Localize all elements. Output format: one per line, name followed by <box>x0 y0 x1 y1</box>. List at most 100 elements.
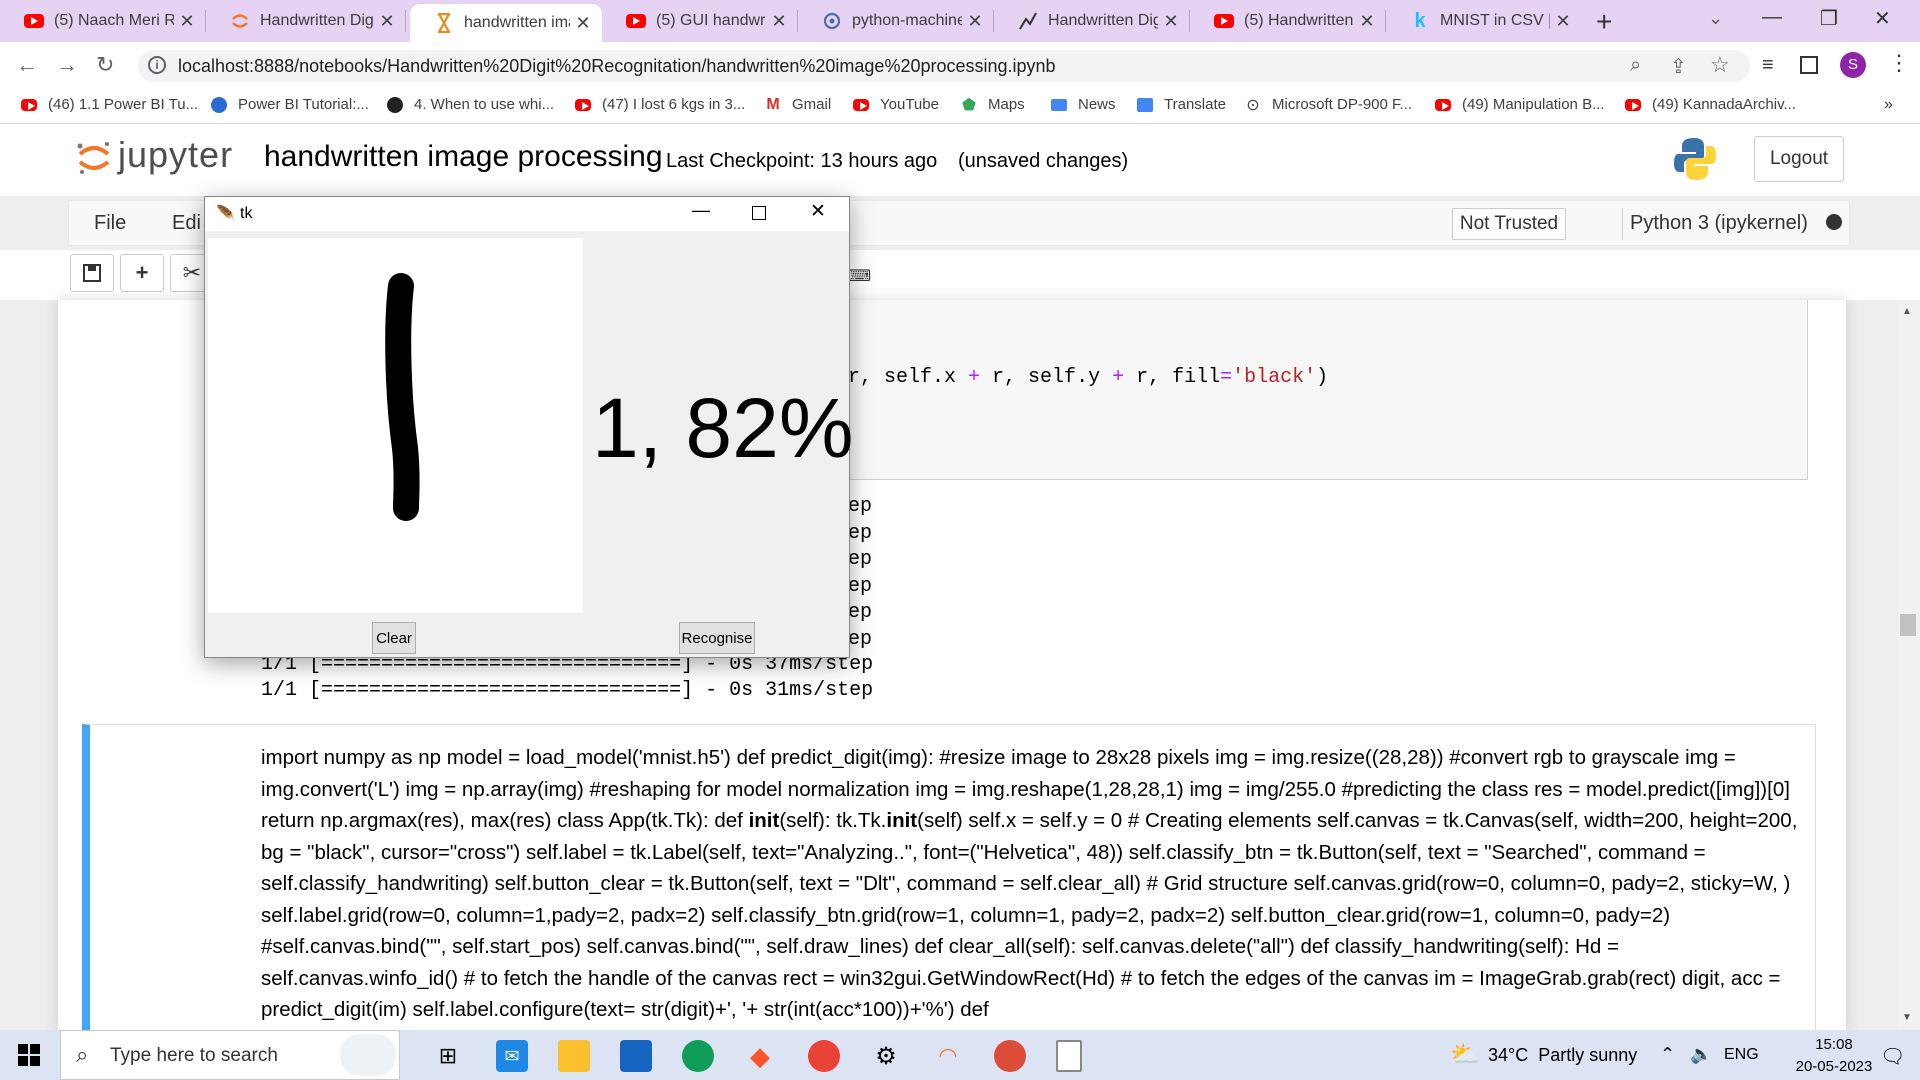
bookmark-item[interactable]: ⊙ Microsoft DP-900 F... <box>1244 96 1412 114</box>
jupyter-icon <box>230 11 250 31</box>
logout-button[interactable]: Logout <box>1754 136 1844 182</box>
clock-date[interactable]: 20-05-2023 <box>1790 1058 1878 1075</box>
tk-title: tk <box>240 205 253 222</box>
bookmark-item[interactable]: Translate <box>1136 96 1226 113</box>
bookmark-item[interactable]: 4. When to use whi... <box>386 96 554 113</box>
bookmark-item[interactable]: (46) 1.1 Power BI Tu... <box>20 96 198 113</box>
close-icon[interactable]: ✕ <box>374 11 400 32</box>
notebook-title[interactable]: handwritten image processing <box>264 140 663 174</box>
drawing-canvas[interactable] <box>208 238 583 613</box>
hourglass-icon <box>434 13 454 33</box>
tab-6[interactable]: Handwritten Digit ✕ <box>994 0 1190 42</box>
close-icon[interactable]: ✕ <box>570 13 596 34</box>
tray-chevron-icon[interactable]: ⌃ <box>1660 1044 1675 1065</box>
restore-icon[interactable]: ❐ <box>1820 6 1838 31</box>
menu-edit[interactable]: Edi <box>172 212 201 235</box>
volume-icon[interactable]: 🔈 <box>1690 1044 1712 1065</box>
output-partial: ep ep ep ep ep ep <box>848 495 873 651</box>
side-panel-icon[interactable] <box>1800 56 1818 74</box>
add-cell-button[interactable]: + <box>120 254 164 292</box>
tab-5[interactable]: python-machine- ✕ <box>798 0 994 42</box>
tab-4[interactable]: (5) GUI handwritt ✕ <box>602 0 798 42</box>
media-icon[interactable]: ≡ <box>1762 54 1774 77</box>
chrome-icon[interactable] <box>994 1040 1026 1072</box>
store-icon[interactable] <box>620 1040 652 1072</box>
tk-minimize-icon[interactable]: — <box>692 200 710 221</box>
tab-search-icon[interactable]: ⌄ <box>1708 8 1723 29</box>
weather-text[interactable]: 34°C Partly sunny <box>1488 1045 1637 1066</box>
recognise-button[interactable]: Recognise <box>679 622 755 654</box>
chart-icon <box>1018 11 1038 31</box>
close-icon[interactable]: ✕ <box>1158 11 1184 32</box>
mail-icon[interactable]: ✉ <box>496 1040 528 1072</box>
back-icon[interactable]: ← <box>16 52 38 78</box>
tk-close-icon[interactable]: ✕ <box>810 200 826 223</box>
clock-time[interactable]: 15:08 <box>1790 1036 1878 1053</box>
close-icon[interactable]: ✕ <box>174 11 200 32</box>
scissors-icon: ✂ <box>182 260 202 285</box>
brave-icon[interactable]: ◆ <box>744 1040 776 1072</box>
bookmark-item[interactable]: News <box>1050 96 1116 113</box>
close-icon[interactable]: ✕ <box>766 11 792 32</box>
github-icon <box>822 11 842 31</box>
new-tab-button[interactable]: + <box>1596 6 1612 38</box>
windows-start-icon[interactable] <box>18 1044 40 1071</box>
plus-icon: + <box>135 260 149 285</box>
bookmark-item[interactable]: YouTube <box>852 96 939 113</box>
task-view-icon[interactable]: ⊞ <box>432 1040 464 1072</box>
search-placeholder: Type here to search <box>110 1045 278 1066</box>
scroll-up-icon[interactable]: ▲ <box>1902 306 1912 317</box>
bookmark-star-icon[interactable]: ☆ <box>1710 52 1730 78</box>
markdown-text: import numpy as np model = load_model('m… <box>261 746 1798 1021</box>
bookmark-item[interactable]: (49) Manipulation B... <box>1434 96 1605 113</box>
clear-button[interactable]: Clear <box>372 622 416 654</box>
profile-avatar[interactable]: S <box>1840 52 1866 78</box>
youtube-icon <box>1214 11 1234 31</box>
jupyter-logo-icon[interactable] <box>74 138 114 183</box>
tab-8[interactable]: k MNIST in CSV | K ✕ <box>1386 0 1582 42</box>
edge-icon[interactable] <box>682 1040 714 1072</box>
tab-1[interactable]: (5) Naach Meri Ra ✕ <box>0 0 206 42</box>
more-bookmarks-icon[interactable]: » <box>1884 96 1893 114</box>
close-icon[interactable]: ✕ <box>1550 11 1576 32</box>
menu-kebab-icon[interactable]: ⋮ <box>1888 50 1910 76</box>
search-icon: ⌕ <box>76 1042 89 1067</box>
bookmark-item[interactable]: (49) KannadaArchiv... <box>1624 96 1796 113</box>
not-trusted-badge[interactable]: Not Trusted <box>1452 208 1566 240</box>
menu-file[interactable]: File <box>94 212 126 235</box>
scrollbar-thumb[interactable] <box>1900 614 1916 636</box>
page-scrollbar[interactable] <box>1898 300 1920 1030</box>
notification-icon[interactable]: 🗨 <box>1880 1044 1905 1069</box>
close-icon[interactable]: ✕ <box>1354 11 1380 32</box>
bookmark-item[interactable]: Power BI Tutorial:... <box>210 96 369 113</box>
scroll-down-icon[interactable]: ▼ <box>1902 1012 1912 1023</box>
notepad-icon[interactable] <box>1056 1040 1082 1072</box>
settings-gear-icon[interactable]: ⚙ <box>870 1040 902 1072</box>
chrome-profile-icon[interactable] <box>808 1040 840 1072</box>
jupyter-logo-text[interactable]: jupyter <box>118 134 233 176</box>
tab-2[interactable]: Handwritten Digit ✕ <box>206 0 406 42</box>
forward-icon[interactable]: → <box>56 52 78 78</box>
minimize-icon[interactable]: — <box>1762 6 1782 29</box>
bookmark-item[interactable]: M Gmail <box>764 96 831 114</box>
tab-7[interactable]: (5) Handwritten D ✕ <box>1190 0 1386 42</box>
jupyter-taskbar-icon[interactable]: ◠ <box>932 1040 964 1072</box>
close-icon[interactable]: ✕ <box>962 11 988 32</box>
tab-3-active[interactable]: handwritten imag ✕ <box>410 4 602 42</box>
keyboard-icon[interactable]: ⌨ <box>848 266 871 286</box>
info-icon[interactable]: i <box>148 56 166 74</box>
tab-label: python-machine- <box>852 12 962 29</box>
url-text[interactable]: localhost:8888/notebooks/Handwritten%20D… <box>178 56 1056 77</box>
reload-icon[interactable]: ↻ <box>96 52 114 78</box>
share-icon[interactable]: ⇪ <box>1670 54 1687 79</box>
save-button[interactable] <box>70 254 114 292</box>
language-indicator[interactable]: ENG <box>1724 1046 1759 1064</box>
file-explorer-icon[interactable] <box>558 1040 590 1072</box>
close-window-icon[interactable]: ✕ <box>1874 6 1891 31</box>
unsaved-status: (unsaved changes) <box>958 150 1129 172</box>
bookmark-item[interactable]: ⬟ Maps <box>960 96 1025 114</box>
zoom-icon[interactable]: ⌕ <box>1630 54 1641 77</box>
checkpoint-status: Last Checkpoint: 13 hours ago <box>666 150 938 172</box>
tk-maximize-icon[interactable] <box>752 206 766 220</box>
bookmark-item[interactable]: (47) I lost 6 kgs in 3... <box>574 96 745 113</box>
